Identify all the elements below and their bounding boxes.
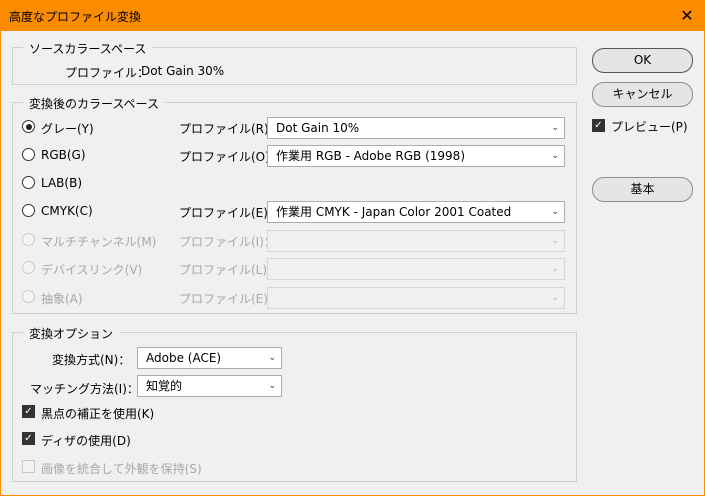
intent-select[interactable]: 知覚的 ⌄ [137, 375, 282, 397]
cmyk-profile-value: 作業用 CMYK - Japan Color 2001 Coated [276, 205, 512, 219]
radio-devicelink-label: デバイスリンク(V) [41, 263, 143, 277]
gray-profile-label: プロファイル(R)： [179, 122, 281, 136]
dither-checkbox[interactable]: ✓ [22, 432, 35, 445]
window-title: 高度なプロファイル変換 [9, 10, 142, 24]
multichannel-profile-label: プロファイル(I)： [179, 235, 276, 249]
flatten-label: 画像を統合して外観を保持(S) [41, 462, 202, 476]
chevron-down-icon: ⌄ [268, 353, 276, 363]
radio-multichannel-label: マルチチャンネル(M) [41, 235, 157, 249]
flatten-checkbox [22, 460, 35, 473]
radio-abstract-label: 抽象(A) [41, 292, 83, 306]
conversion-options-legend: 変換オプション [23, 325, 120, 342]
radio-cmyk[interactable] [22, 204, 35, 217]
cmyk-profile-label: プロファイル(E)： [179, 206, 280, 220]
radio-multichannel [22, 233, 35, 246]
radio-lab[interactable] [22, 176, 35, 189]
gray-profile-value: Dot Gain 10% [276, 121, 360, 135]
radio-rgb-label: RGB(G) [41, 148, 86, 162]
multichannel-profile-select: ⌄ [267, 230, 565, 252]
source-profile-label: プロファイル： [65, 66, 150, 80]
bpc-label: 黒点の補正を使用(K) [41, 407, 155, 421]
cancel-button[interactable]: キャンセル [592, 82, 693, 107]
chevron-down-icon: ⌄ [551, 264, 559, 274]
radio-cmyk-label: CMYK(C) [41, 204, 93, 218]
source-colorspace-group: ソースカラースペース プロファイル： Dot Gain 30% [12, 40, 577, 85]
rgb-profile-select[interactable]: 作業用 RGB - Adobe RGB (1998) ⌄ [267, 145, 565, 167]
dest-colorspace-legend: 変換後のカラースペース [23, 95, 165, 112]
radio-rgb[interactable] [22, 148, 35, 161]
ok-button[interactable]: OK [592, 48, 693, 73]
gray-profile-select[interactable]: Dot Gain 10% ⌄ [267, 117, 565, 139]
cmyk-profile-select[interactable]: 作業用 CMYK - Japan Color 2001 Coated ⌄ [267, 201, 565, 223]
source-colorspace-legend: ソースカラースペース [23, 40, 153, 57]
radio-gray-label: グレー(Y) [41, 122, 94, 136]
title-bar: 高度なプロファイル変換 ✕ [0, 0, 705, 31]
dither-label: ディザの使用(D) [41, 434, 131, 448]
chevron-down-icon: ⌄ [551, 123, 559, 133]
chevron-down-icon: ⌄ [551, 207, 559, 217]
chevron-down-icon: ⌄ [551, 236, 559, 246]
chevron-down-icon: ⌄ [551, 151, 559, 161]
radio-abstract [22, 290, 35, 303]
intent-label: マッチング方法(I)： [30, 382, 139, 396]
preview-label: プレビュー(P) [611, 120, 688, 134]
devicelink-profile-select: ⌄ [267, 258, 565, 280]
rgb-profile-value: 作業用 RGB - Adobe RGB (1998) [276, 149, 466, 163]
basic-button[interactable]: 基本 [592, 177, 693, 202]
bpc-checkbox[interactable]: ✓ [22, 405, 35, 418]
preview-checkbox[interactable]: ✓ [592, 119, 605, 132]
radio-devicelink [22, 261, 35, 274]
devicelink-profile-label: プロファイル(L)： [179, 263, 280, 277]
abstract-profile-label: プロファイル(E)： [179, 292, 280, 306]
chevron-down-icon: ⌄ [551, 293, 559, 303]
chevron-down-icon: ⌄ [268, 381, 276, 391]
source-profile-value: Dot Gain 30% [141, 64, 225, 78]
engine-select[interactable]: Adobe (ACE) ⌄ [137, 347, 282, 369]
abstract-profile-select: ⌄ [267, 287, 565, 309]
close-icon[interactable]: ✕ [669, 0, 705, 31]
radio-lab-label: LAB(B) [41, 176, 82, 190]
engine-value: Adobe (ACE) [146, 351, 222, 365]
intent-value: 知覚的 [146, 379, 183, 393]
engine-label: 変換方式(N)： [52, 353, 131, 367]
radio-gray[interactable] [22, 120, 35, 133]
